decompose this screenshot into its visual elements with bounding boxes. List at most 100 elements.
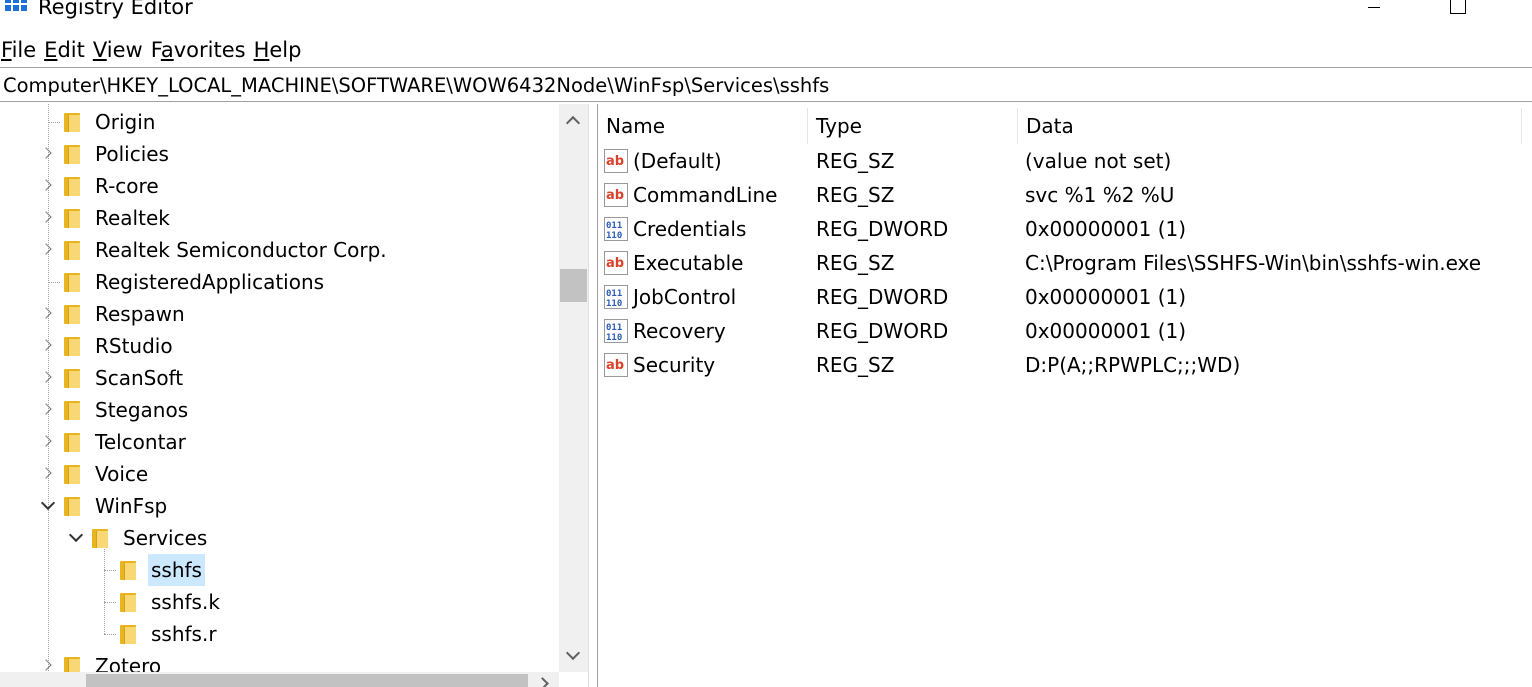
tree-horizontal-scrollbar[interactable] xyxy=(0,672,559,687)
chevron-right-icon[interactable] xyxy=(40,362,54,394)
folder-icon xyxy=(120,625,138,644)
chevron-down-icon[interactable] xyxy=(68,522,82,554)
scroll-down-arrow-icon[interactable] xyxy=(559,642,588,672)
column-data-header[interactable]: Data xyxy=(1018,108,1522,144)
key-tree[interactable]: Origin Policies R-core Realtek Realtek Semic… xyxy=(0,104,588,687)
value-name: Executable xyxy=(633,251,744,275)
value-row-default[interactable]: ab (Default) REG_SZ (value not set) xyxy=(598,144,1532,178)
tree-item-label: Policies xyxy=(95,142,169,166)
value-data: (value not set) xyxy=(1025,149,1172,173)
values-list[interactable]: Name Type Data ab (Default) REG_SZ (value n… xyxy=(598,104,1532,687)
tree-guide-line xyxy=(48,282,60,283)
svg-text:ab: ab xyxy=(606,188,624,203)
column-name-header[interactable]: Name xyxy=(598,108,808,144)
column-type-header[interactable]: Type xyxy=(808,108,1018,144)
tree-item-label: WinFsp xyxy=(95,494,168,518)
tree-guide-line xyxy=(104,570,116,571)
minimize-button[interactable] xyxy=(1352,0,1398,22)
tree-item-registeredapplications[interactable]: RegisteredApplications xyxy=(0,266,559,298)
value-data: 0x00000001 (1) xyxy=(1025,285,1187,309)
value-data: D:P(A;;RPWPLC;;;WD) xyxy=(1025,353,1241,377)
tree-item-label: Realtek xyxy=(95,206,170,230)
value-row-recovery[interactable]: 011 110 Recovery REG_DWORD 0x00000001 (1) xyxy=(598,314,1532,348)
chevron-right-icon[interactable] xyxy=(40,202,54,234)
tree-vertical-scrollbar[interactable] xyxy=(559,104,588,672)
tree-item-respawn[interactable]: Respawn xyxy=(0,298,559,330)
value-data: svc %1 %2 %U xyxy=(1025,183,1175,207)
pane-splitter[interactable] xyxy=(588,104,598,687)
tree-item-realtek[interactable]: Realtek xyxy=(0,202,559,234)
tree-item-label: sshfs.k xyxy=(151,590,220,614)
menu-favorites[interactable]: Favorites xyxy=(151,34,253,66)
menu-bar: File Edit View Favorites Help xyxy=(0,34,1532,66)
string-value-icon: ab xyxy=(604,353,628,377)
tree-scroll-thumb[interactable] xyxy=(560,269,587,302)
value-row-credentials[interactable]: 011 110 Credentials REG_DWORD 0x00000001 (1) xyxy=(598,212,1532,246)
chevron-right-icon[interactable] xyxy=(40,458,54,490)
binary-value-icon: 011 110 xyxy=(604,319,628,343)
chevron-right-icon[interactable] xyxy=(40,138,54,170)
folder-icon xyxy=(64,113,82,132)
chevron-right-icon[interactable] xyxy=(40,330,54,362)
chevron-right-icon[interactable] xyxy=(40,394,54,426)
menu-view[interactable]: View xyxy=(93,34,150,66)
value-row-commandline[interactable]: ab CommandLine REG_SZ svc %1 %2 %U xyxy=(598,178,1532,212)
tree-item-r-core[interactable]: R-core xyxy=(0,170,559,202)
tree-item-policies[interactable]: Policies xyxy=(0,138,559,170)
folder-icon xyxy=(120,561,138,580)
folder-icon xyxy=(64,497,82,516)
tree-item-rstudio[interactable]: RStudio xyxy=(0,330,559,362)
value-name: Security xyxy=(633,353,716,377)
tree-item-label: Origin xyxy=(95,110,156,134)
value-row-executable[interactable]: ab Executable REG_SZ C:\Program Files\SSHFS… xyxy=(598,246,1532,280)
tree-hscroll-thumb[interactable] xyxy=(86,674,528,687)
folder-icon xyxy=(64,433,82,452)
folder-icon xyxy=(64,369,82,388)
value-row-jobcontrol[interactable]: 011 110 JobControl REG_DWORD 0x00000001 (1) xyxy=(598,280,1532,314)
tree-item-steganos[interactable]: Steganos xyxy=(0,394,559,426)
tree-item-sshfs[interactable]: sshfs xyxy=(0,554,559,586)
scroll-right-arrow-icon[interactable] xyxy=(530,672,559,687)
tree-item-realtek-semiconductor-corp[interactable]: Realtek Semiconductor Corp. xyxy=(0,234,559,266)
folder-icon xyxy=(64,241,82,260)
tree-item-winfsp[interactable]: WinFsp xyxy=(0,490,559,522)
menu-help[interactable]: Help xyxy=(254,34,309,66)
menu-file[interactable]: File xyxy=(0,34,43,66)
address-bar[interactable]: Computer\HKEY_LOCAL_MACHINE\SOFTWARE\WOW… xyxy=(0,67,1532,102)
tree-item-label: R-core xyxy=(95,174,159,198)
tree-item-label: sshfs.r xyxy=(151,622,217,646)
tree-guide-line xyxy=(104,602,116,603)
tree-item-label: Services xyxy=(123,526,208,550)
tree-item-sshfs-r[interactable]: sshfs.r xyxy=(0,618,559,650)
chevron-right-icon[interactable] xyxy=(40,426,54,458)
value-name: JobControl xyxy=(633,285,737,309)
maximize-button[interactable] xyxy=(1434,0,1480,22)
chevron-right-icon[interactable] xyxy=(40,234,54,266)
tree-item-sshfs-k[interactable]: sshfs.k xyxy=(0,586,559,618)
address-path[interactable]: Computer\HKEY_LOCAL_MACHINE\SOFTWARE\WOW… xyxy=(3,73,829,99)
tree-item-label: RStudio xyxy=(95,334,173,358)
chevron-right-icon[interactable] xyxy=(40,170,54,202)
svg-text:ab: ab xyxy=(606,358,624,373)
tree-item-services[interactable]: Services xyxy=(0,522,559,554)
tree-item-voice[interactable]: Voice xyxy=(0,458,559,490)
chevron-right-icon[interactable] xyxy=(40,298,54,330)
tree-item-label: ScanSoft xyxy=(95,366,184,390)
value-type: REG_DWORD xyxy=(816,319,949,343)
menu-edit[interactable]: Edit xyxy=(44,34,92,66)
value-name: Recovery xyxy=(633,319,726,343)
value-type: REG_DWORD xyxy=(816,285,949,309)
tree-item-telcontar[interactable]: Telcontar xyxy=(0,426,559,458)
value-name: Credentials xyxy=(633,217,747,241)
tree-item-origin[interactable]: Origin xyxy=(0,106,559,138)
svg-text:110: 110 xyxy=(606,299,622,309)
value-row-security[interactable]: ab Security REG_SZ D:P(A;;RPWPLC;;;WD) xyxy=(598,348,1532,382)
chevron-down-icon[interactable] xyxy=(40,490,54,522)
value-type: REG_SZ xyxy=(816,149,895,173)
tree-item-scansoft[interactable]: ScanSoft xyxy=(0,362,559,394)
scroll-up-arrow-icon[interactable] xyxy=(559,104,588,134)
string-value-icon: ab xyxy=(604,251,628,275)
tree-item-label: Voice xyxy=(95,462,149,486)
folder-icon xyxy=(64,145,82,164)
folder-icon xyxy=(64,337,82,356)
